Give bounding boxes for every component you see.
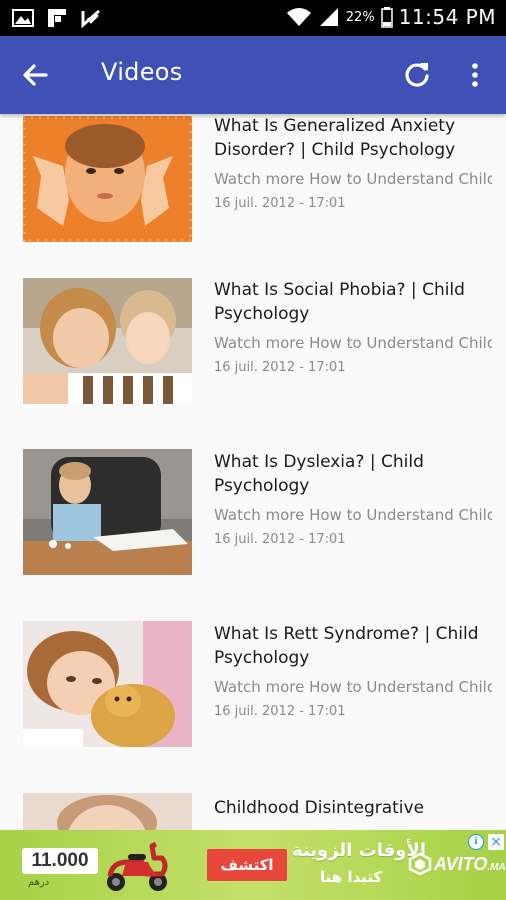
video-title[interactable]: What Is Social Phobia? | Child Psycholog…: [214, 278, 492, 326]
video-description: Watch more How to Understand Child Psych…: [214, 506, 492, 524]
ad-logo-suffix: .MA: [487, 862, 506, 873]
video-description: Watch more How to Understand Child Psych…: [214, 334, 492, 352]
list-item[interactable]: Childhood Disintegrative: [0, 790, 506, 830]
list-item[interactable]: What Is Rett Syndrome? | Child Psycholog…: [0, 618, 506, 768]
overflow-menu-icon[interactable]: [462, 60, 488, 90]
video-title[interactable]: Childhood Disintegrative: [214, 796, 492, 820]
app-bar: Videos: [0, 36, 506, 114]
video-thumbnail[interactable]: [23, 278, 192, 404]
list-item[interactable]: What Is Generalized Anxiety Disorder? | …: [0, 114, 506, 253]
status-bar: 22% 11:54 PM: [0, 0, 506, 36]
video-description: Watch more How to Understand Child Psych…: [214, 170, 492, 188]
video-date: 16 juil. 2012 - 17:01: [214, 360, 346, 375]
battery-icon: [380, 7, 393, 28]
ad-headline: الأوقات الزوينة: [292, 840, 426, 861]
ad-price: 11.000: [22, 848, 98, 874]
clock: 11:54 PM: [398, 5, 496, 29]
ad-logo-text: AVITO: [434, 854, 488, 874]
flipboard-notification-icon: [48, 9, 66, 27]
ad-currency: درهم: [28, 877, 50, 888]
ad-info-icon[interactable]: i: [468, 834, 484, 850]
video-date: 16 juil. 2012 - 17:01: [214, 704, 346, 719]
video-thumbnail[interactable]: [23, 793, 192, 830]
video-date: 16 juil. 2012 - 17:01: [214, 532, 346, 547]
ad-cta-button[interactable]: اكتشف: [207, 849, 287, 881]
ad-close-icon[interactable]: ×: [488, 834, 504, 850]
avito-logo-icon: [408, 852, 432, 876]
page-title: Videos: [101, 58, 183, 86]
refresh-icon[interactable]: [401, 59, 433, 91]
wifi-icon: [286, 8, 311, 26]
ad-banner[interactable]: 11.000 درهم اكتشف الأوقات الزوينة كتبدا …: [0, 830, 506, 900]
video-list: What Is Generalized Anxiety Disorder? | …: [0, 114, 506, 830]
video-description: Watch more How to Understand Child Psych…: [214, 678, 492, 696]
video-date: 16 juil. 2012 - 17:01: [214, 196, 346, 211]
ad-logo: AVITO.MA: [434, 854, 506, 875]
back-arrow-icon[interactable]: [18, 60, 52, 90]
video-thumbnail[interactable]: [23, 116, 192, 242]
list-item[interactable]: What Is Dyslexia? | Child Psychology Wat…: [0, 446, 506, 596]
signal-icon: [319, 8, 338, 26]
video-title[interactable]: What Is Rett Syndrome? | Child Psycholog…: [214, 622, 492, 670]
ad-subline: كتبدا هنا: [320, 868, 383, 886]
gallery-notification-icon: [12, 9, 34, 27]
list-item[interactable]: What Is Social Phobia? | Child Psycholog…: [0, 274, 506, 424]
battery-percent: 22%: [345, 9, 375, 25]
video-thumbnail[interactable]: [23, 449, 192, 575]
video-title[interactable]: What Is Dyslexia? | Child Psychology: [214, 450, 492, 498]
video-thumbnail[interactable]: [23, 621, 192, 747]
video-title[interactable]: What Is Generalized Anxiety Disorder? | …: [214, 114, 492, 162]
scooter-image: [107, 841, 168, 891]
download-check-notification-icon: [81, 9, 100, 29]
